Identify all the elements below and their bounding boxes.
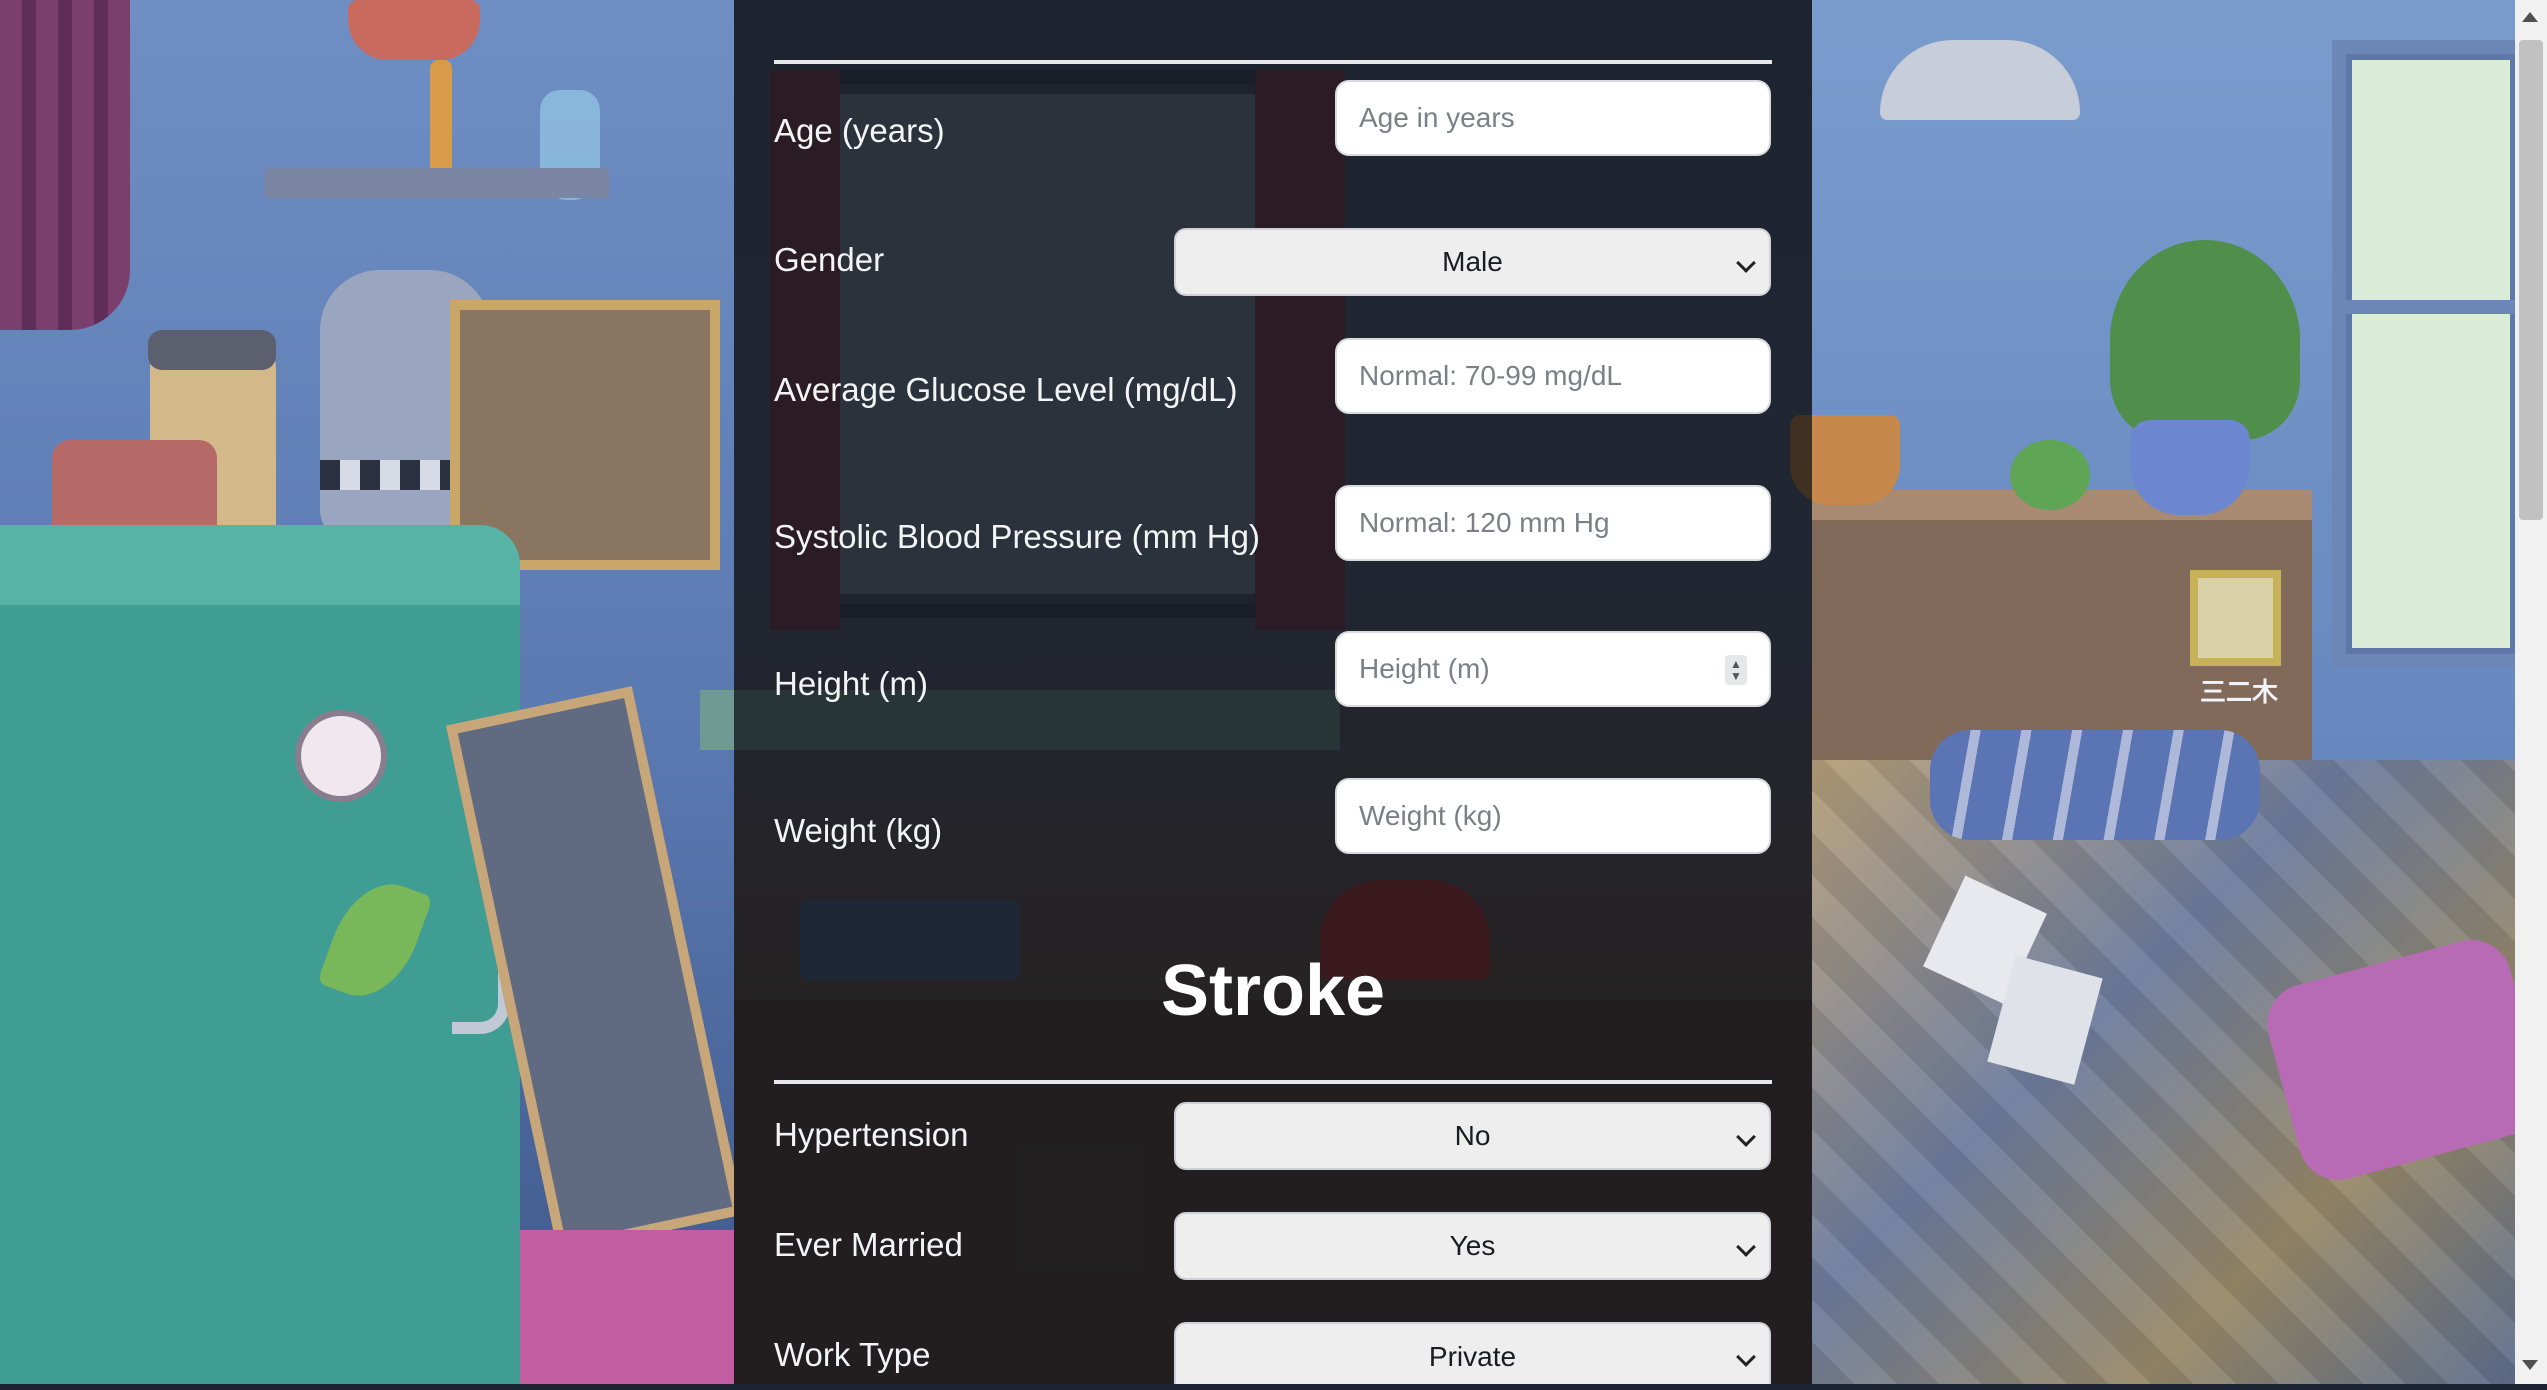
ever-married-select[interactable]: Yes: [1174, 1212, 1771, 1280]
glucose-input-wrapper: [1335, 338, 1771, 414]
artist-watermark: 三二木: [2200, 678, 2279, 708]
height-input-wrapper: ▲▼: [1335, 631, 1771, 707]
gender-select-value: Male: [1442, 246, 1503, 277]
wall-shelf: [264, 168, 609, 198]
hypertension-select[interactable]: No: [1174, 1102, 1771, 1170]
right-window: [2332, 40, 2530, 668]
weight-input-wrapper: [1335, 778, 1771, 854]
flower-magnet: [295, 710, 387, 802]
height-label: Height (m): [774, 665, 929, 702]
monstera-plant: [2110, 240, 2300, 440]
right-window-bar: [2332, 300, 2530, 314]
systolic-input[interactable]: [1337, 487, 1769, 559]
ever-married-select-value: Yes: [1449, 1230, 1496, 1261]
glucose-label: Average Glucose Level (mg/dL): [774, 371, 1238, 408]
systolic-label: Systolic Blood Pressure (mm Hg): [774, 518, 1260, 555]
jar-lid: [148, 330, 276, 370]
ever-married-label: Ever Married: [774, 1226, 963, 1263]
weight-label: Weight (kg): [774, 812, 943, 849]
plant-pot-green: [2010, 440, 2090, 510]
scroll-down-arrow-icon[interactable]: [2522, 1360, 2538, 1370]
storage-box: [520, 1230, 740, 1384]
purple-curtain: [0, 0, 130, 330]
blue-pillow: [1930, 730, 2260, 840]
section-title-stroke: Stroke: [1160, 951, 1386, 1031]
lamp-shade: [348, 0, 480, 60]
age-label: Age (years): [774, 112, 945, 149]
systolic-input-wrapper: [1335, 485, 1771, 561]
glucose-input[interactable]: [1337, 340, 1769, 412]
scroll-up-arrow-icon[interactable]: [2522, 12, 2538, 22]
divider: [774, 1080, 1772, 1084]
gender-select[interactable]: Male: [1174, 228, 1771, 296]
plant-pot-blue: [2130, 420, 2250, 515]
fridge-top: [0, 525, 520, 605]
hypertension-select-value: No: [1454, 1120, 1491, 1151]
spinner-icon[interactable]: ▲ ▼: [1725, 655, 1747, 685]
work-type-select[interactable]: Private: [1174, 1322, 1771, 1384]
divider: [774, 60, 1772, 64]
work-type-label: Work Type: [774, 1336, 931, 1373]
fridge: [0, 525, 520, 1384]
lamp-stem: [430, 60, 452, 180]
scrollbar-thumb[interactable]: [2519, 40, 2543, 520]
age-input-wrapper: [1335, 80, 1771, 156]
work-type-select-value: Private: [1428, 1341, 1517, 1372]
gender-label: Gender: [774, 241, 885, 278]
photo-frame: [2190, 570, 2281, 666]
hypertension-label: Hypertension: [774, 1116, 969, 1153]
height-input[interactable]: [1337, 633, 1769, 705]
age-input[interactable]: [1337, 82, 1769, 154]
weight-input[interactable]: [1337, 780, 1769, 852]
